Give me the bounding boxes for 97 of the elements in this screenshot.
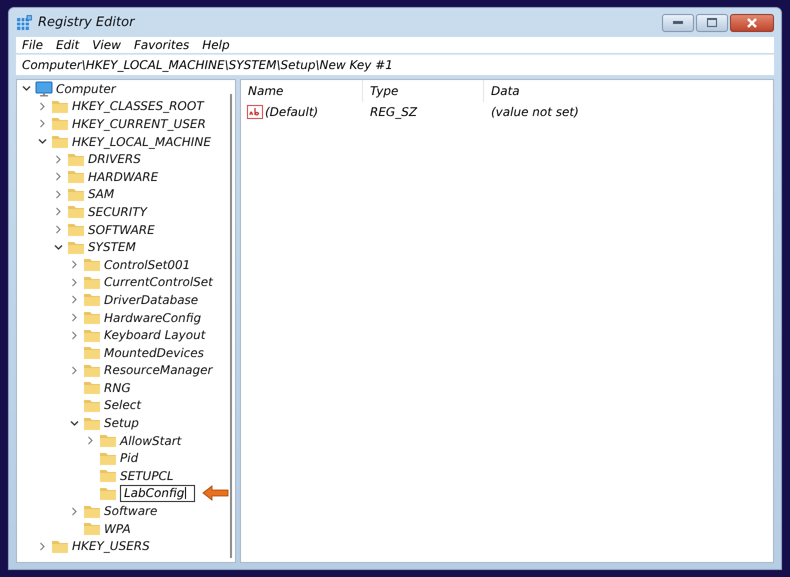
folder-icon — [67, 240, 85, 255]
arrow-icon — [202, 485, 230, 502]
folder-icon — [67, 222, 85, 238]
tree-item[interactable]: Pid — [120, 451, 138, 466]
chevron-right-icon[interactable] — [38, 542, 47, 551]
chevron-right-icon[interactable] — [54, 154, 63, 164]
folder-icon — [67, 186, 85, 202]
tree-item[interactable]: SYSTEM — [88, 240, 136, 254]
chevron-right-icon[interactable] — [54, 225, 63, 234]
tree-item[interactable]: ResourceManager — [104, 363, 212, 378]
minimize-button[interactable] — [662, 14, 694, 32]
tree-item[interactable]: Keyboard Layout — [104, 328, 206, 342]
chevron-right-icon[interactable] — [86, 436, 95, 446]
folder-icon — [83, 521, 101, 536]
folder-icon — [83, 362, 101, 378]
chevron-right-icon[interactable] — [54, 190, 63, 199]
folder-icon — [67, 204, 85, 220]
folder-icon — [83, 328, 101, 343]
chevron-down-icon[interactable] — [22, 84, 31, 94]
folder-icon — [67, 152, 85, 167]
chevron-right-icon[interactable] — [38, 102, 47, 111]
tree-item[interactable]: MountedDevices — [104, 346, 204, 360]
folder-icon — [51, 134, 69, 150]
tree-item[interactable]: HardwareConfig — [104, 310, 202, 325]
chevron-right-icon[interactable] — [70, 313, 79, 322]
column-header[interactable]: Type — [363, 80, 484, 102]
folder-icon — [83, 504, 101, 519]
menu-item[interactable]: View — [92, 38, 121, 52]
tree-item[interactable]: DRIVERS — [88, 152, 141, 166]
chevron-right-icon[interactable] — [70, 295, 79, 304]
chevron-right-icon[interactable] — [70, 278, 79, 287]
chevron-right-icon[interactable] — [54, 207, 63, 216]
column-header[interactable]: Data — [484, 80, 520, 102]
folder-icon — [83, 380, 101, 396]
folder-icon — [67, 169, 85, 184]
address-bar[interactable]: Computer\HKEY_LOCAL_MACHINE\SYSTEM\Setup\New Key #1 — [16, 54, 774, 75]
folder-icon — [99, 486, 117, 501]
menu-item[interactable]: File — [22, 38, 43, 52]
folder-icon — [83, 257, 101, 272]
rename-field[interactable]: LabConfig — [120, 484, 195, 502]
tree-item[interactable]: SETUPCL — [120, 468, 174, 483]
tree-item[interactable]: WPA — [104, 522, 131, 536]
tree-item[interactable]: SAM — [88, 187, 114, 202]
minimize-icon — [673, 21, 683, 24]
folder-icon — [83, 416, 101, 431]
close-icon — [746, 18, 758, 28]
chevron-right-icon[interactable] — [70, 260, 79, 270]
tree-item[interactable]: Software — [104, 504, 158, 518]
menu-item[interactable]: Edit — [56, 38, 80, 52]
tree-item[interactable]: Computer — [56, 82, 116, 96]
chevron-right-icon[interactable] — [70, 330, 79, 340]
close-button[interactable] — [730, 14, 774, 32]
tree-item[interactable]: DriverDatabase — [104, 292, 198, 307]
folder-icon — [51, 98, 69, 114]
folder-icon — [51, 538, 69, 554]
chevron-right-icon[interactable] — [54, 172, 63, 182]
chevron-down-icon[interactable] — [38, 137, 47, 146]
value-data: (value not set) — [490, 105, 579, 119]
value-type: REG_SZ — [369, 105, 418, 119]
tree-item[interactable]: HKEY_CLASSES_ROOT — [72, 99, 204, 114]
registry-grid-icon — [16, 14, 32, 30]
chevron-right-icon[interactable] — [70, 506, 79, 516]
maximize-icon — [707, 18, 717, 27]
tree-item[interactable]: SECURITY — [88, 204, 147, 219]
menu-item[interactable]: Favorites — [134, 38, 190, 52]
tree-item[interactable]: HKEY_CURRENT_USER — [72, 116, 206, 131]
menu-item[interactable]: Help — [202, 38, 230, 52]
folder-icon — [83, 345, 101, 360]
window-title: Registry Editor — [38, 15, 134, 30]
tree-item[interactable]: Setup — [104, 416, 139, 430]
maximize-button[interactable] — [696, 14, 728, 32]
tree-item[interactable]: SOFTWARE — [88, 222, 155, 237]
folder-icon — [51, 116, 69, 132]
chevron-down-icon[interactable] — [70, 418, 79, 428]
tree-item[interactable]: HARDWARE — [88, 170, 158, 184]
chevron-down-icon[interactable] — [54, 242, 63, 252]
tree-item[interactable]: CurrentControlSet — [104, 275, 213, 290]
folder-icon — [83, 398, 101, 413]
tree-item[interactable]: Select — [104, 398, 142, 412]
scrollbar[interactable] — [230, 94, 233, 558]
column-header[interactable]: Name — [241, 80, 363, 102]
computer-icon — [35, 80, 53, 97]
folder-icon — [83, 292, 101, 308]
chevron-right-icon[interactable] — [70, 366, 79, 375]
folder-icon — [99, 468, 117, 484]
folder-icon — [99, 450, 117, 466]
tree-item[interactable]: ControlSet001 — [104, 258, 190, 272]
folder-icon — [83, 310, 101, 326]
tree-item[interactable]: RNG — [104, 380, 131, 395]
folder-icon — [99, 433, 117, 448]
tree-item[interactable]: HKEY_USERS — [72, 539, 150, 554]
string-value-icon — [247, 104, 263, 120]
chevron-right-icon[interactable] — [38, 119, 47, 128]
value-name[interactable]: (Default) — [265, 105, 318, 119]
folder-icon — [83, 274, 101, 290]
tree-item[interactable]: HKEY_LOCAL_MACHINE — [72, 134, 211, 149]
tree-item[interactable]: AllowStart — [120, 434, 182, 448]
